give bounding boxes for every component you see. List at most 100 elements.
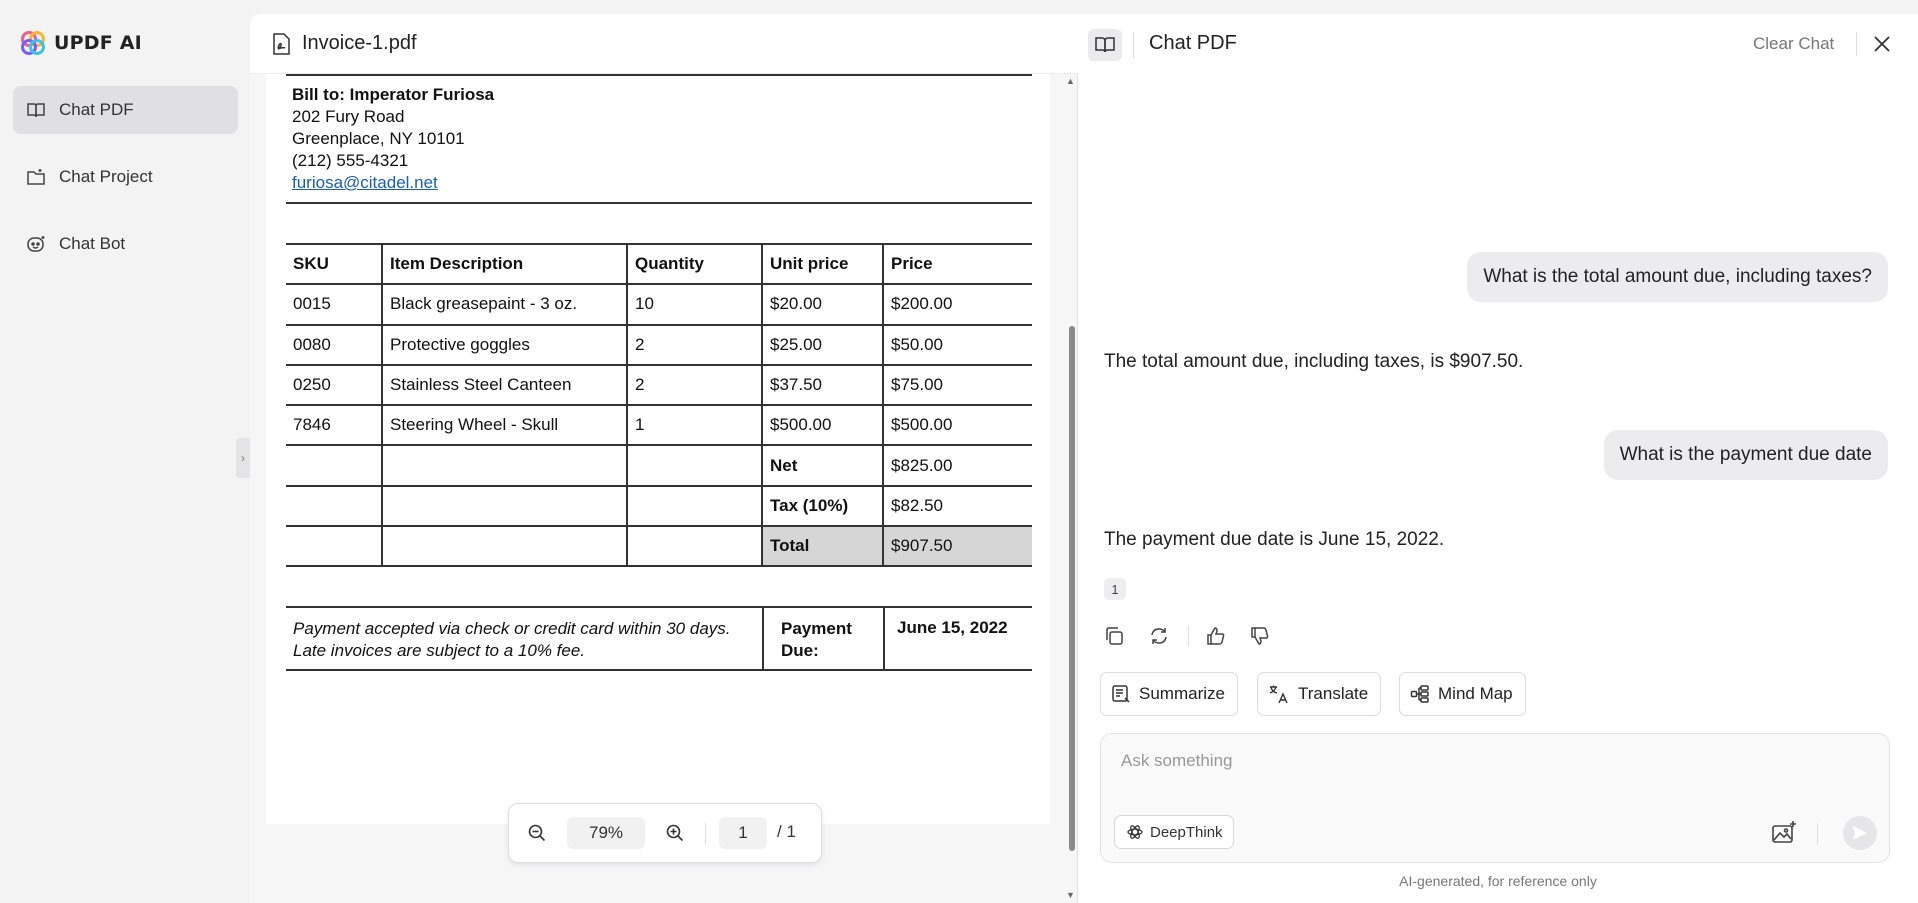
- sidebar: UPDF AI Chat PDF Chat Project Chat Bot: [0, 0, 250, 903]
- table-cell: Black greasepaint - 3 oz.: [381, 283, 627, 326]
- bot-icon: [27, 236, 45, 252]
- bill-to-block: Bill to: Imperator Furiosa 202 Fury Road…: [292, 84, 494, 194]
- table-cell: $75.00: [882, 363, 1032, 407]
- table-cell-empty: [381, 444, 627, 487]
- chat-panel: Chat PDF Clear Chat What is the total am…: [1078, 14, 1918, 903]
- brand: UPDF AI: [20, 30, 142, 56]
- table-cell: $37.50: [761, 363, 883, 407]
- clear-chat-button[interactable]: Clear Chat: [1753, 34, 1834, 54]
- payment-terms: Payment accepted via check or credit car…: [286, 606, 1032, 671]
- thumbs-up-button[interactable]: [1202, 622, 1230, 650]
- pdf-file-icon: [273, 32, 290, 55]
- updf-logo-icon: [21, 31, 45, 55]
- thumbs-down-button[interactable]: [1246, 622, 1274, 650]
- translate-icon: [1269, 685, 1288, 704]
- zoom-toolbar: 79% 1 / 1: [508, 803, 822, 863]
- table-cell: Stainless Steel Canteen: [381, 363, 627, 407]
- divider: [705, 823, 706, 845]
- chat-input-placeholder[interactable]: Ask something: [1121, 751, 1233, 771]
- pdf-viewer: Invoice-1.pdf Bill to: Imperator Furiosa…: [250, 14, 1078, 903]
- atom-icon: [1127, 825, 1143, 839]
- table-cell: 2: [626, 323, 762, 366]
- copy-button[interactable]: [1100, 622, 1128, 650]
- divider: [286, 202, 1032, 204]
- table-cell: $50.00: [882, 323, 1032, 366]
- sidebar-item-chat-project[interactable]: Chat Project: [13, 153, 238, 201]
- sidebar-item-chat-bot[interactable]: Chat Bot: [13, 220, 238, 268]
- zoom-out-icon: [528, 824, 546, 842]
- sidebar-item-chat-pdf[interactable]: Chat PDF: [13, 86, 238, 134]
- table-header: Quantity: [626, 242, 762, 286]
- net-value: $825.00: [882, 444, 1032, 487]
- thumbs-down-icon: [1251, 627, 1269, 645]
- regenerate-button[interactable]: [1145, 622, 1173, 650]
- sidebar-item-label: Chat Bot: [59, 234, 126, 253]
- send-button[interactable]: [1843, 816, 1877, 850]
- table-cell: $500.00: [761, 404, 883, 447]
- pdf-scrollbar-thumb[interactable]: [1069, 326, 1075, 851]
- pdf-file-name: Invoice-1.pdf: [302, 32, 417, 54]
- mind-map-label: Mind Map: [1438, 684, 1513, 703]
- table-cell-empty: [626, 444, 762, 487]
- zoom-out-button[interactable]: [523, 819, 551, 847]
- table-cell-empty: [286, 484, 382, 528]
- chat-input-box[interactable]: Ask something DeepThink: [1100, 733, 1890, 863]
- table-row: 0015 Black greasepaint - 3 oz. 10 $20.00…: [286, 283, 1032, 326]
- toggle-pdf-button[interactable]: [1088, 29, 1122, 61]
- table-cell: 2: [626, 363, 762, 407]
- deepthink-label: DeepThink: [1150, 823, 1223, 841]
- invoice-items-table: SKU Item Description Quantity Unit price…: [286, 242, 1032, 568]
- image-upload-icon[interactable]: [1769, 818, 1799, 848]
- summarize-icon: [1112, 685, 1130, 703]
- thumbs-up-icon: [1207, 627, 1225, 645]
- table-cell: Protective goggles: [381, 323, 627, 366]
- divider: [883, 608, 885, 669]
- user-message: What is the total amount due, including …: [1467, 252, 1888, 302]
- scroll-up-arrow-icon[interactable]: ▲: [1066, 76, 1075, 86]
- translate-label: Translate: [1298, 684, 1369, 703]
- table-cell: 0250: [286, 363, 382, 407]
- ai-message: The payment due date is June 15, 2022.: [1104, 529, 1445, 550]
- refresh-icon: [1151, 628, 1167, 644]
- page-number-field[interactable]: 1: [719, 817, 767, 849]
- ai-message: The total amount due, including taxes, i…: [1104, 351, 1524, 372]
- sidebar-collapse-toggle[interactable]: ›: [236, 438, 250, 478]
- mind-map-button[interactable]: Mind Map: [1399, 672, 1526, 716]
- payment-due-label: Payment Due:: [781, 618, 852, 662]
- table-header: Item Description: [381, 242, 627, 286]
- table-header: Price: [882, 242, 1032, 286]
- ai-disclaimer: AI-generated, for reference only: [1399, 873, 1597, 889]
- table-cell-empty: [286, 525, 382, 568]
- table-header-row: SKU Item Description Quantity Unit price…: [286, 242, 1032, 286]
- payment-due-date: June 15, 2022: [897, 618, 1008, 637]
- close-icon[interactable]: [1870, 32, 1894, 56]
- zoom-level-field[interactable]: 79%: [567, 817, 645, 849]
- bill-to-email-link[interactable]: furiosa@citadel.net: [292, 172, 494, 194]
- table-cell-empty: [286, 444, 382, 487]
- divider: [286, 74, 1032, 76]
- tax-value: $82.50: [882, 484, 1032, 528]
- translate-button[interactable]: Translate: [1257, 672, 1382, 716]
- reference-badge[interactable]: 1: [1104, 578, 1126, 600]
- table-row: 0250 Stainless Steel Canteen 2 $37.50 $7…: [286, 363, 1032, 407]
- table-cell: 7846: [286, 404, 382, 447]
- deepthink-toggle[interactable]: DeepThink: [1114, 815, 1234, 849]
- table-cell: 10: [626, 283, 762, 326]
- table-cell: 1: [626, 404, 762, 447]
- table-header: Unit price: [761, 242, 883, 286]
- chevron-right-icon: ›: [241, 451, 245, 465]
- total-label: Total: [761, 525, 883, 568]
- table-row-tax: Tax (10%) $82.50: [286, 484, 1032, 528]
- sidebar-item-label: Chat Project: [59, 167, 153, 186]
- net-label: Net: [761, 444, 883, 487]
- divider: [762, 608, 764, 669]
- zoom-in-button[interactable]: [661, 819, 689, 847]
- scroll-down-arrow-icon[interactable]: ▼: [1066, 890, 1075, 900]
- chat-title: Chat PDF: [1149, 32, 1237, 54]
- summarize-button[interactable]: Summarize: [1100, 672, 1238, 716]
- payment-terms-text: Payment accepted via check or credit car…: [293, 619, 731, 660]
- table-cell: 0080: [286, 323, 382, 366]
- table-row: 7846 Steering Wheel - Skull 1 $500.00 $5…: [286, 404, 1032, 447]
- payment-due-label-line1: Payment: [781, 619, 852, 638]
- zoom-in-icon: [666, 824, 684, 842]
